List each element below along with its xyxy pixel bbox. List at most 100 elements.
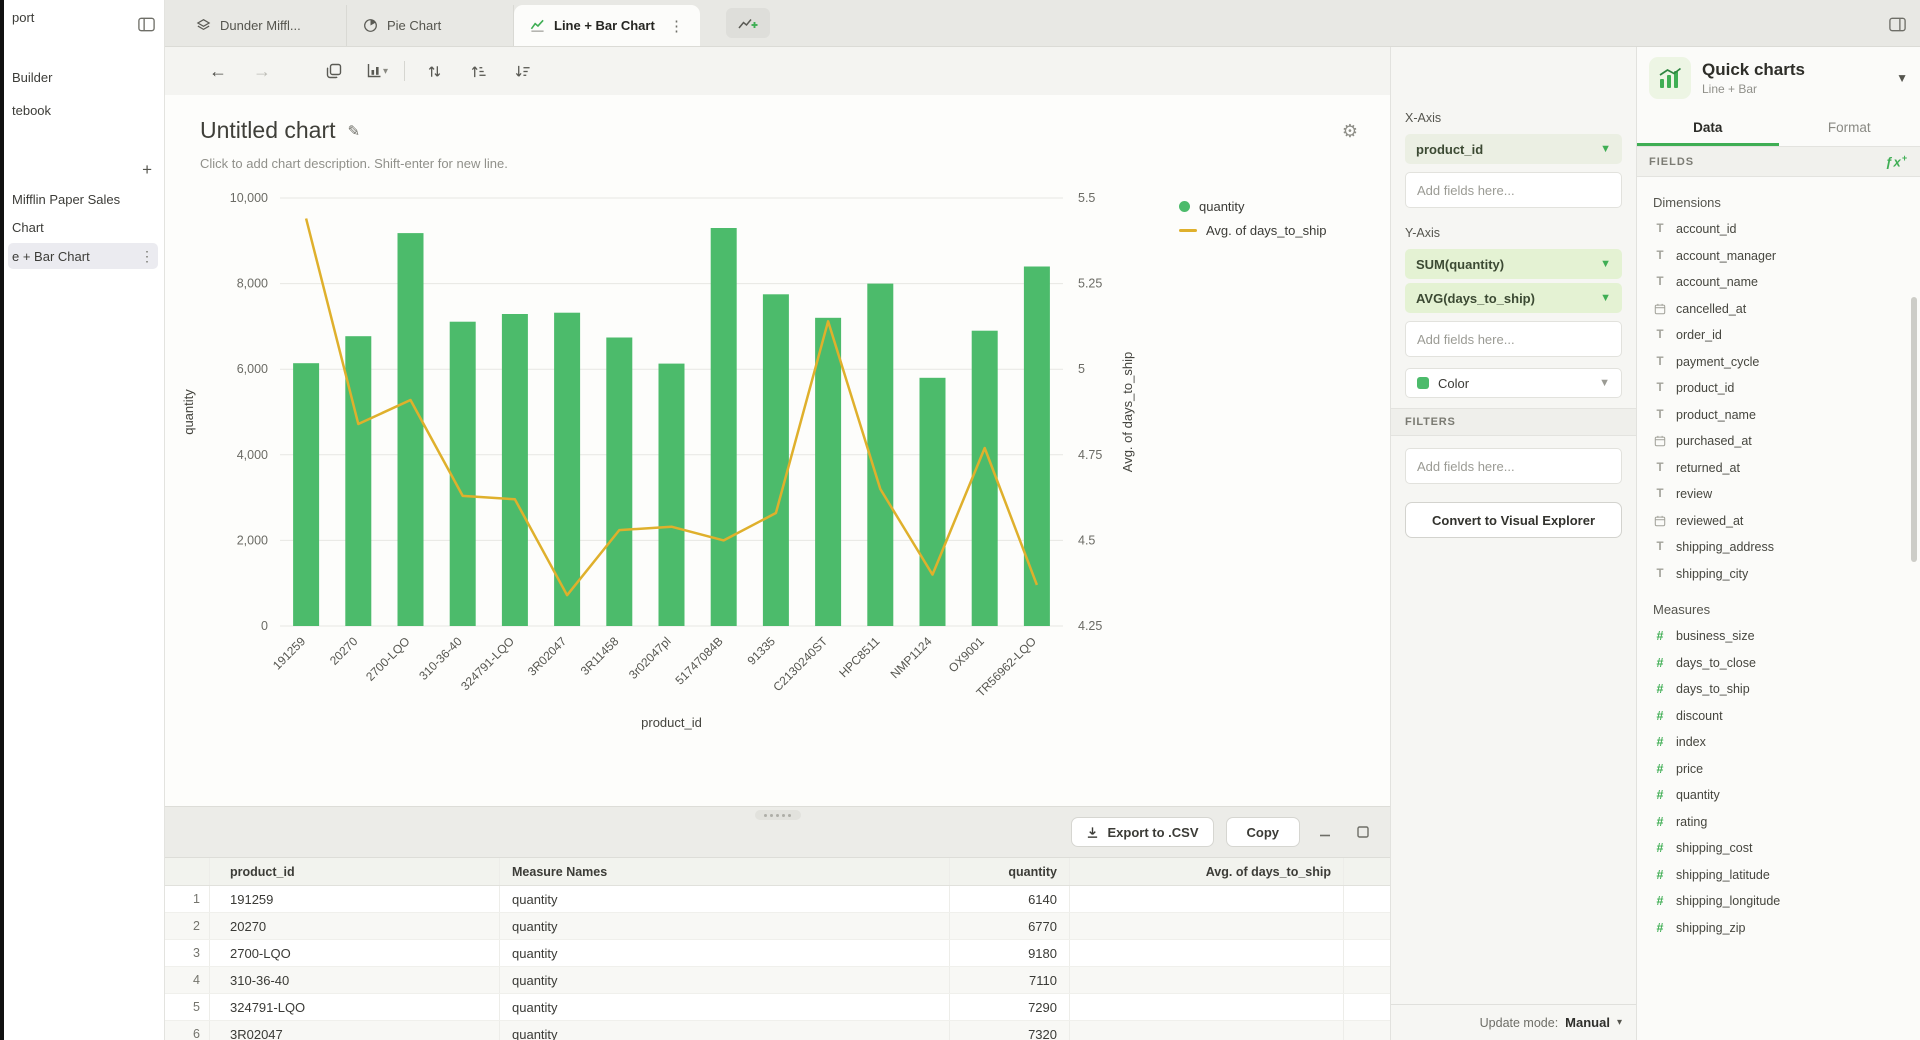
sidebar-item-project[interactable]: Mifflin Paper Sales (12, 186, 158, 212)
table-row[interactable]: 32700-LQOquantity9180 (165, 940, 1390, 967)
swap-sort-icon[interactable] (421, 58, 447, 84)
measure-rating[interactable]: #rating (1653, 809, 1908, 836)
export-csv-button[interactable]: Export to .CSV (1071, 817, 1213, 847)
col-header-quantity[interactable]: quantity (950, 858, 1070, 885)
new-chart-tab-button[interactable] (726, 8, 770, 38)
bar-hpc8511[interactable] (867, 284, 893, 626)
table-row[interactable]: 220270quantity6770 (165, 913, 1390, 940)
cell-measure-name: quantity (500, 940, 950, 966)
dimension-account-manager[interactable]: Taccount_manager (1653, 243, 1908, 270)
table-row[interactable]: 4310-36-40quantity7110 (165, 967, 1390, 994)
measure-shipping-zip[interactable]: #shipping_zip (1653, 915, 1908, 942)
filters-add-fields-dropzone[interactable]: Add fields here... (1405, 448, 1622, 484)
collapse-table-icon[interactable] (1312, 820, 1338, 844)
dimension-returned-at[interactable]: Treturned_at (1653, 455, 1908, 482)
dimension-cancelled-at[interactable]: cancelled_at (1653, 296, 1908, 323)
tab-line-bar-chart[interactable]: Line + Bar Chart⋮ (514, 5, 700, 46)
bar-2700-lqo[interactable] (398, 233, 424, 626)
bar-20270[interactable] (345, 336, 371, 626)
measure-shipping-latitude[interactable]: #shipping_latitude (1653, 862, 1908, 889)
formula-add-icon[interactable]: ƒx+ (1885, 153, 1908, 169)
col-header-product-id[interactable]: product_id (210, 858, 500, 885)
cell-row-number: 2 (165, 913, 210, 939)
col-header-rownum[interactable] (165, 858, 210, 885)
table-row[interactable]: 5324791-LQOquantity7290 (165, 994, 1390, 1021)
x-axis-add-fields-dropzone[interactable]: Add fields here... (1405, 172, 1622, 208)
duplicate-chart-icon[interactable] (321, 58, 347, 84)
edit-title-icon[interactable]: ✎ (348, 122, 361, 140)
dimension-product-id[interactable]: Tproduct_id (1653, 375, 1908, 402)
y-axis-add-fields-dropzone[interactable]: Add fields here... (1405, 321, 1622, 357)
expand-table-icon[interactable] (1350, 820, 1376, 844)
sort-ascending-icon[interactable] (465, 58, 491, 84)
dimension-shipping-address[interactable]: Tshipping_address (1653, 534, 1908, 561)
undo-back-icon[interactable]: ← (205, 58, 231, 84)
item-menu-icon[interactable]: ⋮ (136, 248, 158, 265)
add-chart-plus-button[interactable]: + (136, 160, 158, 180)
chart-title[interactable]: Untitled chart (200, 117, 336, 144)
tab-menu-icon[interactable]: ⋮ (669, 17, 684, 35)
chevron-down-icon[interactable]: ▾ (1617, 1017, 1622, 1028)
copy-button[interactable]: Copy (1226, 817, 1301, 847)
bar-ox9001[interactable] (972, 331, 998, 626)
bar-51747084b[interactable] (711, 228, 737, 626)
y-axis-field-pill-avg-days[interactable]: AVG(days_to_ship) ▼ (1405, 283, 1622, 313)
resize-handle[interactable] (755, 810, 801, 820)
col-header-avg-days-to-ship[interactable]: Avg. of days_to_ship (1070, 858, 1344, 885)
sidebar-item-builder[interactable]: Builder (12, 64, 158, 90)
fields-scrollbar[interactable] (1911, 297, 1917, 562)
dimension-payment-cycle[interactable]: Tpayment_cycle (1653, 349, 1908, 376)
legend-item-days-to-ship[interactable]: Avg. of days_to_ship (1179, 223, 1326, 238)
table-row[interactable]: 63R02047quantity7320 (165, 1021, 1390, 1040)
sidebar-item-notebook[interactable]: tebook (12, 97, 158, 123)
measure-discount[interactable]: #discount (1653, 703, 1908, 730)
table-row[interactable]: 1191259quantity6140 (165, 886, 1390, 913)
chart-settings-gear-icon[interactable]: ⚙ (1342, 121, 1358, 142)
x-axis-field-pill[interactable]: product_id ▼ (1405, 134, 1622, 164)
tab-dunder-miffl[interactable]: Dunder Miffl... (180, 5, 347, 46)
dimension-shipping-city[interactable]: Tshipping_city (1653, 561, 1908, 588)
measure-index[interactable]: #index (1653, 729, 1908, 756)
bar-c2130240st[interactable] (815, 318, 841, 626)
dimension-purchased-at[interactable]: purchased_at (1653, 428, 1908, 455)
tab-data[interactable]: Data (1637, 109, 1779, 146)
bar-191259[interactable] (293, 363, 319, 626)
update-mode-select[interactable]: Manual (1565, 1015, 1610, 1030)
bar-3r02047pl[interactable] (659, 364, 685, 626)
chevron-down-icon[interactable]: ▾ (383, 66, 388, 77)
tab-format[interactable]: Format (1779, 109, 1920, 146)
dimension-product-name[interactable]: Tproduct_name (1653, 402, 1908, 429)
measure-business-size[interactable]: #business_size (1653, 623, 1908, 650)
measure-price[interactable]: #price (1653, 756, 1908, 783)
measure-days-to-ship[interactable]: #days_to_ship (1653, 676, 1908, 703)
layers-icon (196, 18, 211, 33)
collapse-sidebar-icon[interactable] (134, 12, 158, 36)
tab-pie-chart[interactable]: Pie Chart (347, 5, 514, 46)
bar-nmp1124[interactable] (920, 378, 946, 626)
chevron-down-icon[interactable]: ▼ (1896, 71, 1908, 85)
measure-shipping-cost[interactable]: #shipping_cost (1653, 835, 1908, 862)
bar-310-36-40[interactable] (450, 322, 476, 626)
redo-forward-icon[interactable]: → (249, 58, 275, 84)
bar-91335[interactable] (763, 294, 789, 626)
collapse-right-panel-icon[interactable] (1884, 11, 1910, 37)
measure-shipping-longitude[interactable]: #shipping_longitude (1653, 888, 1908, 915)
dimension-order-id[interactable]: Torder_id (1653, 322, 1908, 349)
bar-324791-lqo[interactable] (502, 314, 528, 626)
legend-item-quantity[interactable]: quantity (1179, 199, 1326, 214)
color-field-row[interactable]: Color ▼ (1405, 368, 1622, 398)
dimension-reviewed-at[interactable]: reviewed_at (1653, 508, 1908, 535)
measure-days-to-close[interactable]: #days_to_close (1653, 650, 1908, 677)
sidebar-item-line-bar-chart[interactable]: e + Bar Chart ⋮ (8, 243, 158, 269)
col-header-measure-names[interactable]: Measure Names (500, 858, 950, 885)
sidebar-item-chart[interactable]: Chart (12, 214, 158, 240)
dimension-account-id[interactable]: Taccount_id (1653, 216, 1908, 243)
dimension-review[interactable]: Treview (1653, 481, 1908, 508)
y-axis-field-pill-sum-quantity[interactable]: SUM(quantity) ▼ (1405, 249, 1622, 279)
convert-to-visual-explorer-button[interactable]: Convert to Visual Explorer (1405, 502, 1622, 538)
bar-3r11458[interactable] (606, 338, 632, 627)
sort-descending-icon[interactable] (509, 58, 535, 84)
bar-tr56962-lqo[interactable] (1024, 267, 1050, 627)
dimension-account-name[interactable]: Taccount_name (1653, 269, 1908, 296)
measure-quantity[interactable]: #quantity (1653, 782, 1908, 809)
